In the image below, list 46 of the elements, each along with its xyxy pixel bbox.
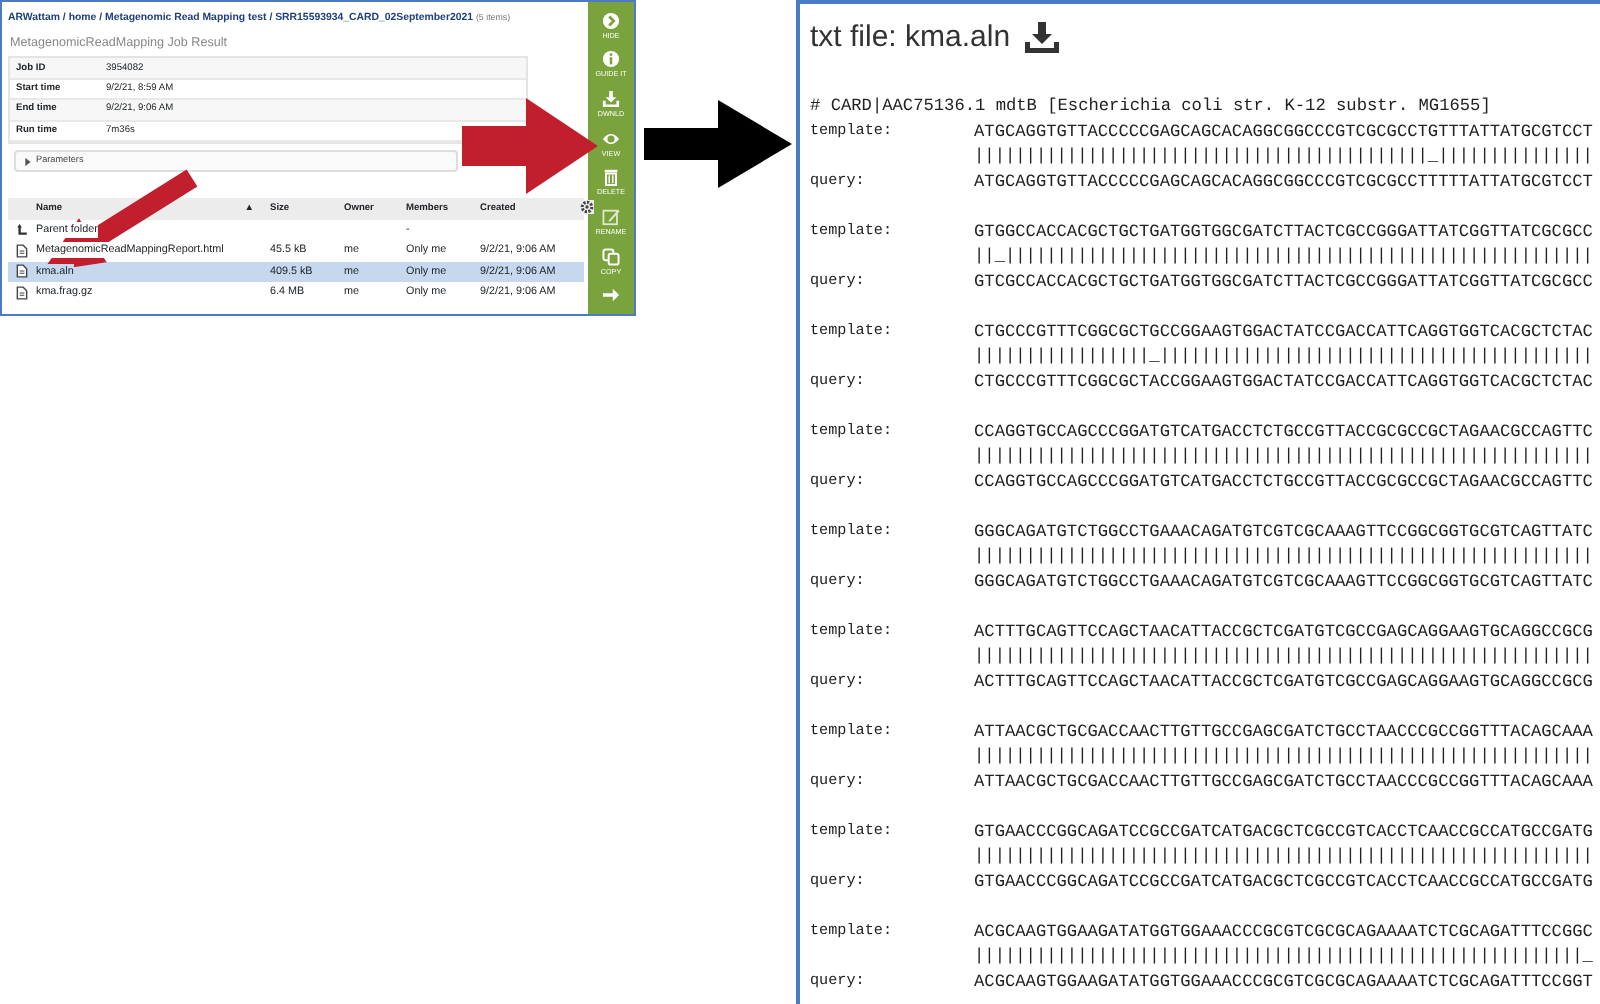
info-icon <box>601 50 620 69</box>
sequence-text: GTGAACCCGGCAGATCCGCCGATCATGACGCTCGCCGTCACCTCAACCGCCATGCCGATG <box>974 819 1595 844</box>
sequence-text: ATGCAGGTGTTACCCCCGAGCAGCACAGGCGGCCCGTCGCGCCTTTTTATTATGCGTCCT <box>974 169 1595 194</box>
match-line: ||_||||||||||||||||||||||||||||||||||||||||||||||||||||||||| <box>974 244 1595 269</box>
sequence-text: GTGAACCCGGCAGATCCGCCGATCATGACGCTCGCCGTCACCTCAACCGCCATGCCGATG <box>974 869 1595 894</box>
document-icon <box>16 285 28 300</box>
sequence-text: ATGCAGGTGTTACCCCCGAGCAGCACAGGCGGCCCGTCGCGCCTGTTTATTATGCGTCCT <box>974 119 1595 144</box>
pencil-icon <box>601 207 620 226</box>
download-icon <box>602 90 620 109</box>
sequence-text: ACGCAAGTGGAAGATATGGTGGAAACCCGCGTCGCGCAGAAAATCTCGCAGATTTCCGGT <box>974 969 1595 994</box>
sequence-text: GGGCAGATGTCTGGCCTGAAACAGATGTCGTCGCAAAGTTCCGGCGGTGCGTCAGTTATC <box>974 569 1595 594</box>
eye-icon <box>602 129 620 148</box>
match-line: |||||||||||||||||||||||||||||||||||||||||||||||||||||||||||| <box>974 644 1595 669</box>
sequence-text: CTGCCCGTTTCGGCGCTACCGGAAGTGGACTATCCGACCATTCAGGTGGTCACGCTCTAC <box>974 369 1595 394</box>
sequence-text: ATTAACGCTGCGACCAACTTGTTGCCGAGCGATCTGCCTAACCCGCCGGTTTACAGCAAA <box>974 719 1595 744</box>
match-line: |||||||||||||||||_|||||||||||||||||||||||||||||||||||||||||| <box>974 344 1595 369</box>
match-line: |||||||||||||||||||||||||||||||||||||||||||||||||||||||||||| <box>974 844 1595 869</box>
sequence-text: ACTTTGCAGTTCCAGCTAACATTACCGCTCGATGTCGCCGAGCAGGAAGTGCAGGCCGCG <box>974 669 1595 694</box>
sequence-text: ACGCAAGTGGAAGATATGGTGGAAACCCGCGTCGCGCAGAAAATCTCGCAGATTTCCGGC <box>974 919 1595 944</box>
download-icon[interactable] <box>1024 22 1061 54</box>
document-icon <box>16 264 28 279</box>
up-arrow-icon <box>16 223 28 236</box>
match-line: |||||||||||||||||||||||||||||||||||||||||||||||||||||||||||| <box>974 744 1595 769</box>
sequence-text: CCAGGTGCCAGCCCGGATGTCATGACCTCTGCCGTTACCGCGCCGCTAGAACGCCAGTTC <box>974 469 1595 494</box>
match-line: |||||||||||||||||||||||||||||||||||||||||||||||||||||||||||| <box>974 544 1595 569</box>
trash-icon <box>601 168 620 187</box>
copy-icon <box>602 247 620 266</box>
pointer-arrow <box>462 98 598 194</box>
sequence-text: ATTAACGCTGCGACCAACTTGTTGCCGAGCGATCTGCCTAACCCGCCGGTTTACAGCAAA <box>974 769 1595 794</box>
next-button[interactable] <box>602 286 620 305</box>
hide-icon <box>602 11 620 30</box>
sequence-text: CCAGGTGCCAGCCCGGATGTCATGACCTCTGCCGTTACCGCGCCGCTAGAACGCCAGTTC <box>974 419 1595 444</box>
viewer-title: txt file: kma.aln <box>810 17 1011 58</box>
document-icon <box>16 243 28 258</box>
sequence-text: ACTTTGCAGTTCCAGCTAACATTACCGCTCGATGTCGCCGAGCAGGAAGTGCAGGCCGCG <box>974 619 1595 644</box>
match-line: ||||||||||||||||||||||||||||||||||||||||||||_||||||||||||||| <box>974 144 1595 169</box>
arrow-icon <box>602 286 620 305</box>
settings-icon[interactable] <box>580 200 594 214</box>
match-line: |||||||||||||||||||||||||||||||||||||||||||||||||||||||||||| <box>974 444 1595 469</box>
match-line: |||||||||||||||||||||||||||||||||||||||||||||||||||||||||||_ <box>974 944 1595 969</box>
sequence-header: # CARD|AAC75136.1 mdtB [Escherichia coli str. K-12 substr. MG1655] <box>810 94 1493 119</box>
sequence-text: GTCGCCACCACGCTGCTGATGGTGGCGATCTTACTCGCCGGGATTATCGGTTATCGCGCC <box>974 269 1595 294</box>
caret-icon <box>24 157 32 165</box>
sequence-text: GGGCAGATGTCTGGCCTGAAACAGATGTCGTCGCAAAGTTCCGGCGGTGCGTCAGTTATC <box>974 519 1595 544</box>
sequence-text: CTGCCCGTTTCGGCGCTGCCGGAAGTGGACTATCCGACCATTCAGGTGGTCACGCTCTAC <box>974 319 1595 344</box>
sequence-text: GTGGCCACCACGCTGCTGATGGTGGCGATCTTACTCGCCGGGATTATCGGTTATCGCGCC <box>974 219 1595 244</box>
